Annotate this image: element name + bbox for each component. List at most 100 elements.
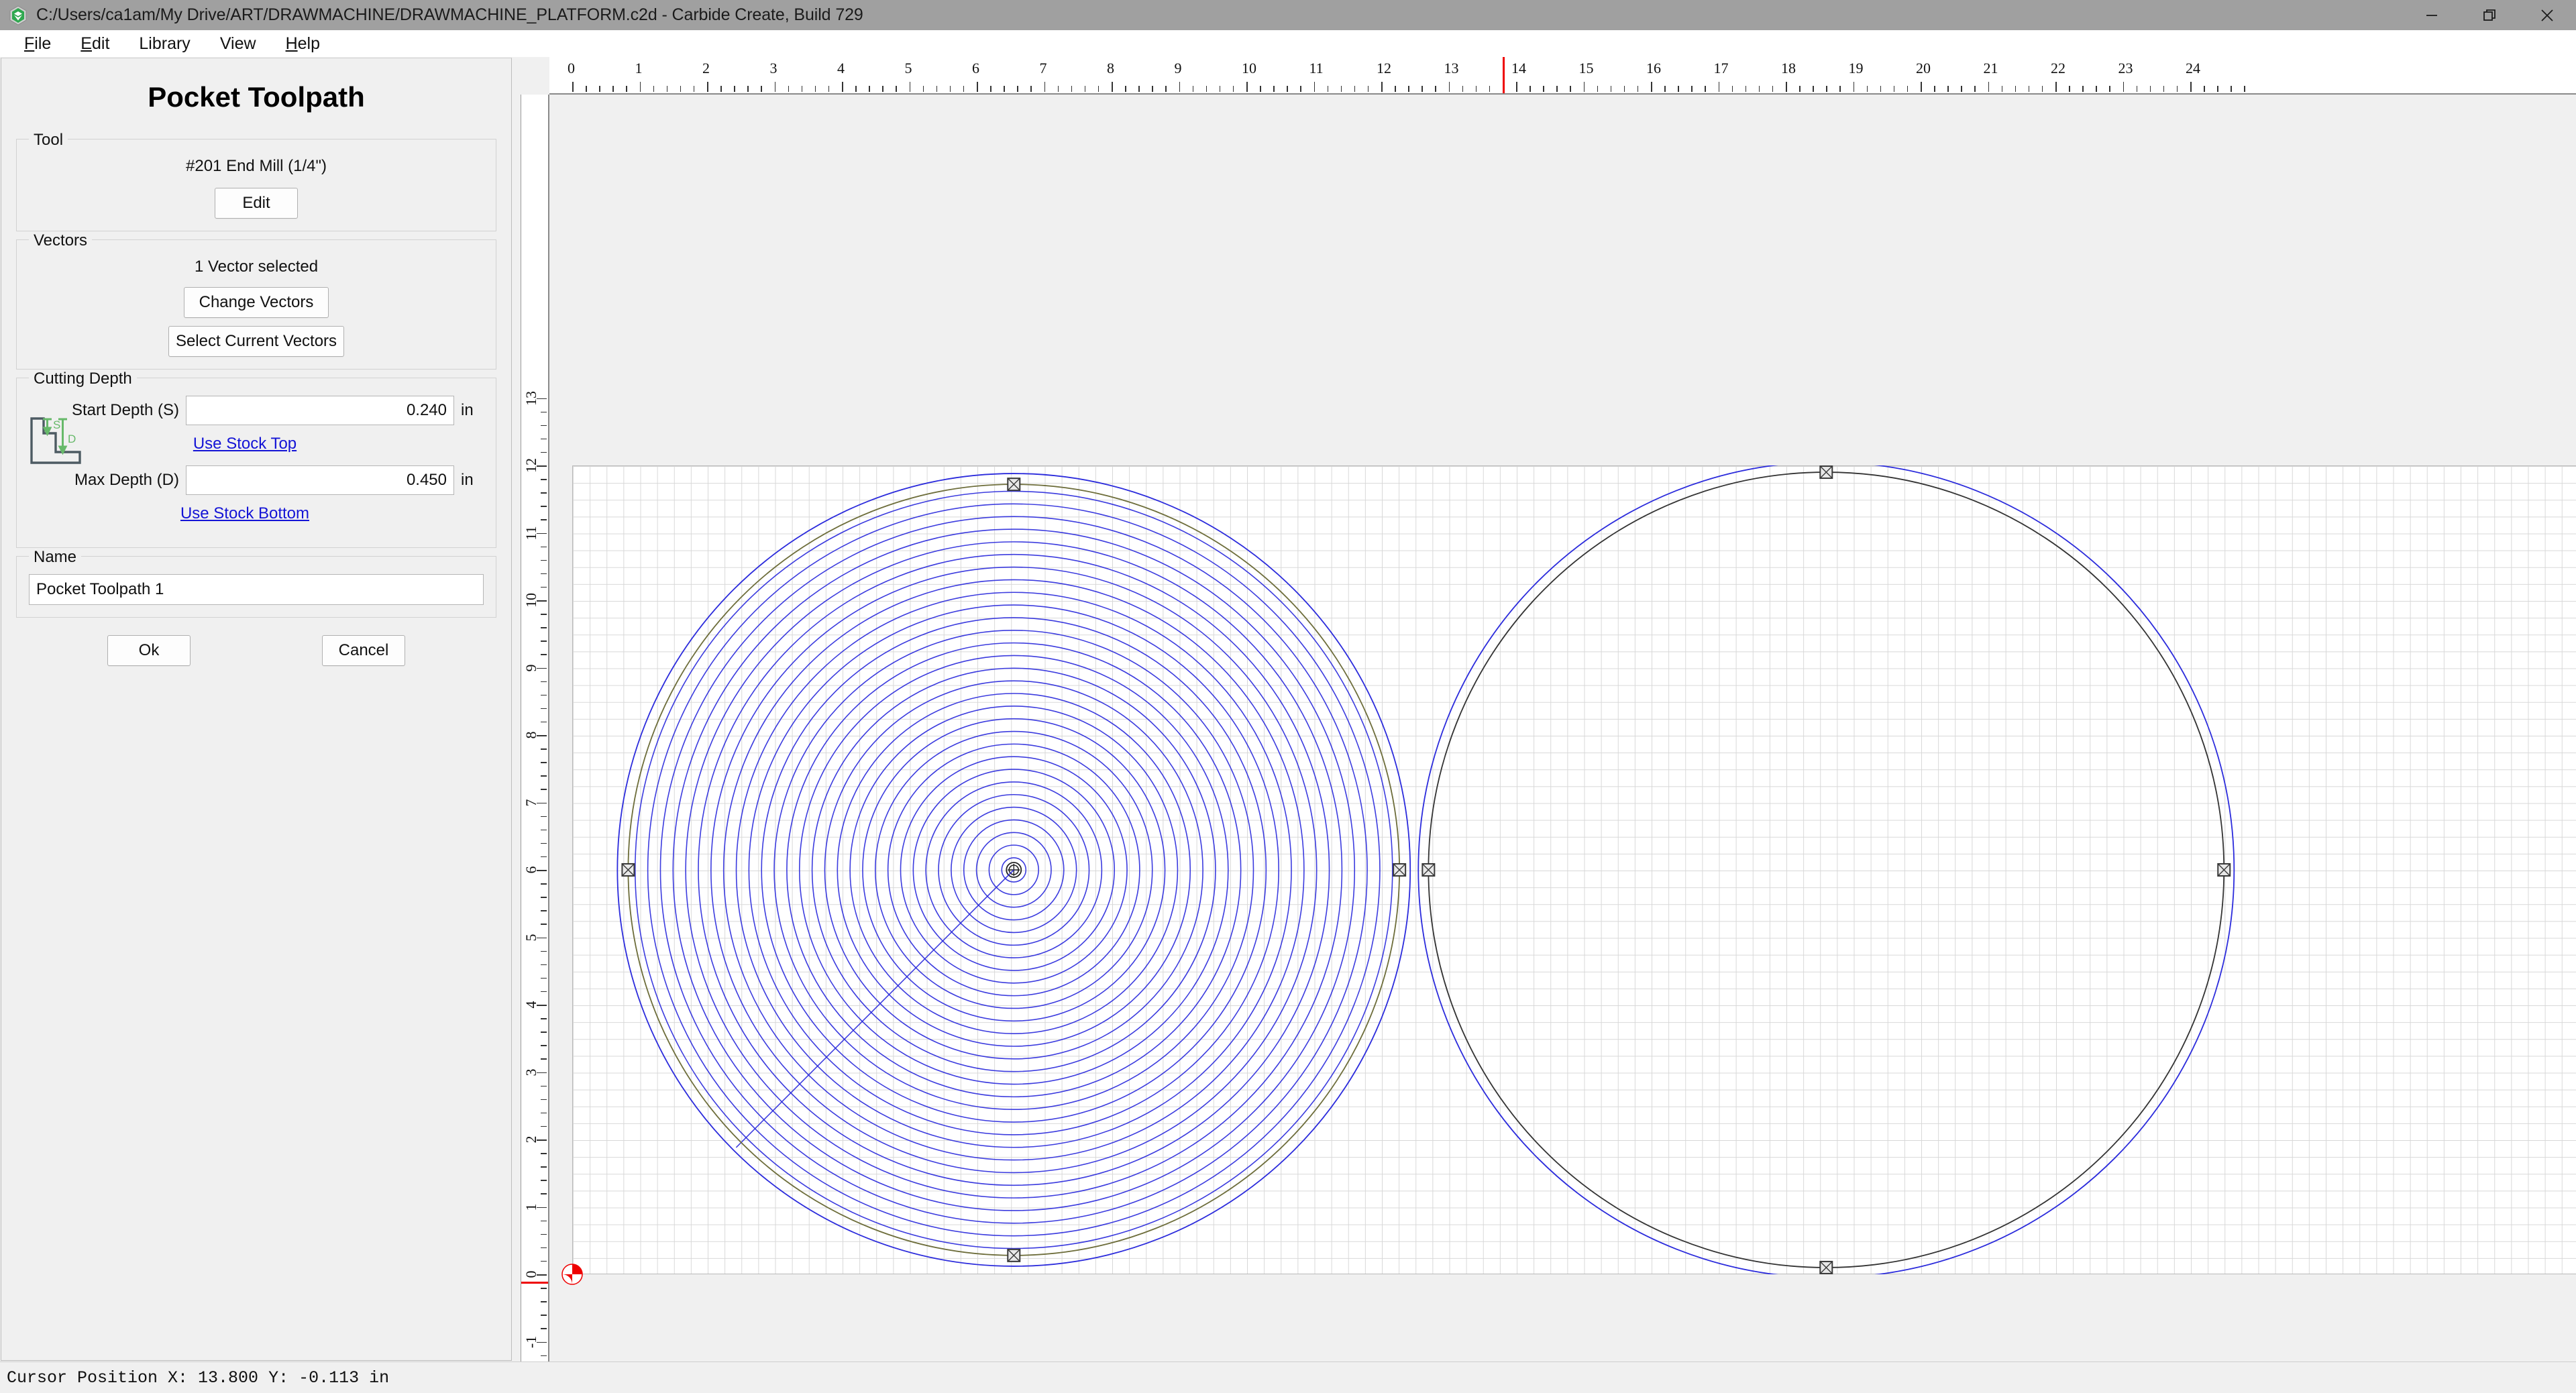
h-ruler-tick — [2096, 86, 2097, 92]
h-ruler-label: 14 — [1511, 60, 1526, 76]
h-ruler-tick — [977, 82, 978, 92]
h-ruler-tick — [720, 86, 722, 92]
h-ruler-tick — [2069, 86, 2070, 92]
v-ruler-tick — [537, 465, 547, 467]
name-group-legend: Name — [29, 548, 82, 567]
max-depth-input[interactable] — [186, 465, 454, 495]
h-ruler-tick — [1421, 86, 1423, 92]
h-ruler-tick — [586, 86, 587, 92]
menu-item-help[interactable]: Help — [271, 30, 335, 57]
start-depth-input[interactable] — [186, 396, 454, 425]
toolpath-settings-panel: Pocket Toolpath Tool #201 End Mill (1/4"… — [1, 58, 512, 1361]
design-surface[interactable] — [549, 95, 2576, 1361]
use-stock-top-link[interactable]: Use Stock Top — [29, 435, 461, 453]
v-ruler-tick — [541, 1220, 547, 1222]
menu-item-library[interactable]: Library — [124, 30, 205, 57]
v-ruler-tick — [537, 1207, 547, 1208]
vectors-group: Vectors 1 Vector selected Change Vectors… — [16, 231, 496, 370]
cursor-position-label: Cursor Position X: 13.800 Y: -0.113 in — [7, 1368, 390, 1388]
h-ruler-tick — [882, 86, 883, 92]
v-ruler-tick — [541, 950, 547, 952]
h-ruler-tick — [1044, 82, 1045, 92]
h-ruler-label: 6 — [972, 60, 979, 76]
h-ruler-tick — [1205, 86, 1208, 92]
cancel-button[interactable]: Cancel — [322, 635, 405, 666]
v-ruler-tick — [541, 977, 547, 979]
h-ruler-tick — [2149, 86, 2151, 92]
use-stock-bottom-link[interactable]: Use Stock Bottom — [29, 504, 461, 523]
h-ruler-tick — [2041, 86, 2043, 92]
h-ruler-tick — [1232, 86, 1234, 92]
v-ruler-tick — [541, 883, 547, 885]
v-ruler-tick — [541, 708, 547, 710]
h-ruler-tick — [1813, 86, 1814, 92]
h-ruler-tick — [666, 86, 668, 92]
h-ruler-tick — [1192, 86, 1194, 92]
h-ruler-tick — [747, 86, 749, 92]
h-ruler-tick — [936, 86, 938, 92]
h-ruler-label: 5 — [904, 60, 912, 76]
toolpath-name-input[interactable] — [29, 574, 484, 605]
v-ruler-tick — [541, 991, 547, 993]
v-ruler-tick — [541, 627, 547, 628]
h-ruler-tick — [761, 86, 762, 92]
h-ruler-tick — [1138, 86, 1140, 92]
menu-item-view[interactable]: View — [205, 30, 271, 57]
h-ruler-tick — [1475, 86, 1477, 92]
v-ruler-tick — [541, 1153, 547, 1154]
h-ruler-label: 3 — [769, 60, 777, 76]
v-ruler-tick — [537, 1274, 547, 1276]
v-ruler-tick — [537, 1005, 547, 1006]
h-ruler-tick — [1408, 86, 1409, 92]
v-ruler-tick — [541, 1018, 547, 1019]
vertical-ruler[interactable]: 13 12 11 10 9 8 7 6 5 4 3 2 1 0 -1 — [521, 95, 549, 1361]
h-ruler-label: 4 — [837, 60, 845, 76]
vector-count-label: 1 Vector selected — [194, 258, 319, 276]
h-ruler-tick — [1516, 82, 1517, 92]
h-ruler-tick — [1340, 86, 1342, 92]
h-ruler-tick — [1718, 82, 1719, 92]
h-ruler-tick — [734, 86, 735, 92]
v-ruler-tick — [541, 586, 547, 588]
h-ruler-tick — [1731, 86, 1733, 92]
restore-button[interactable] — [2461, 0, 2518, 30]
h-ruler-tick — [707, 82, 708, 92]
minimize-button[interactable] — [2403, 0, 2461, 30]
h-ruler-tick — [1219, 86, 1221, 92]
v-ruler-tick — [537, 667, 547, 669]
horizontal-ruler[interactable]: 0 1 2 3 4 5 6 7 8 9 10 11 12 13 14 15 16 17 18 19 20 21 22 23 24 — [549, 57, 2576, 95]
title-bar: C:/Users/ca1am/My Drive/ART/DRAWMACHINE/… — [0, 0, 2576, 30]
h-ruler-label: 10 — [1242, 60, 1256, 76]
ok-button[interactable]: Ok — [107, 635, 191, 666]
h-ruler-tick — [1287, 86, 1288, 92]
h-ruler-tick — [1435, 86, 1436, 92]
ruler-corner — [512, 57, 549, 95]
v-ruler-tick — [541, 1247, 547, 1249]
menu-item-edit[interactable]: Edit — [66, 30, 124, 57]
h-ruler-tick — [814, 86, 816, 92]
h-ruler-tick — [1907, 86, 1909, 92]
v-ruler-tick — [541, 614, 547, 615]
depth-diagram-s-label: S — [53, 419, 60, 431]
select-current-vectors-button[interactable]: Select Current Vectors — [168, 326, 345, 357]
design-canvas-area[interactable]: 0 1 2 3 4 5 6 7 8 9 10 11 12 13 14 15 16 17 18 19 20 21 22 23 24… — [512, 57, 2576, 1361]
h-ruler-tick — [2176, 86, 2178, 92]
v-ruler-tick — [541, 748, 547, 750]
h-ruler-tick — [2136, 86, 2138, 92]
close-button[interactable] — [2518, 0, 2576, 30]
change-vectors-button[interactable]: Change Vectors — [184, 287, 329, 318]
h-ruler-label: 21 — [1983, 60, 1998, 76]
h-ruler-tick — [1988, 82, 1989, 92]
edit-tool-button[interactable]: Edit — [215, 188, 298, 219]
h-ruler-tick — [1947, 86, 1949, 92]
h-ruler-tick — [2163, 86, 2165, 92]
h-ruler-tick — [1853, 82, 1854, 92]
h-ruler-tick — [1772, 86, 1774, 92]
page-title: Pocket Toolpath — [148, 81, 365, 113]
h-ruler-tick — [1705, 86, 1706, 92]
h-ruler-label: 9 — [1174, 60, 1182, 76]
h-ruler-tick — [1921, 82, 1922, 92]
v-ruler-tick — [541, 789, 547, 790]
h-ruler-label: 1 — [635, 60, 643, 76]
menu-item-file[interactable]: File — [9, 30, 66, 57]
